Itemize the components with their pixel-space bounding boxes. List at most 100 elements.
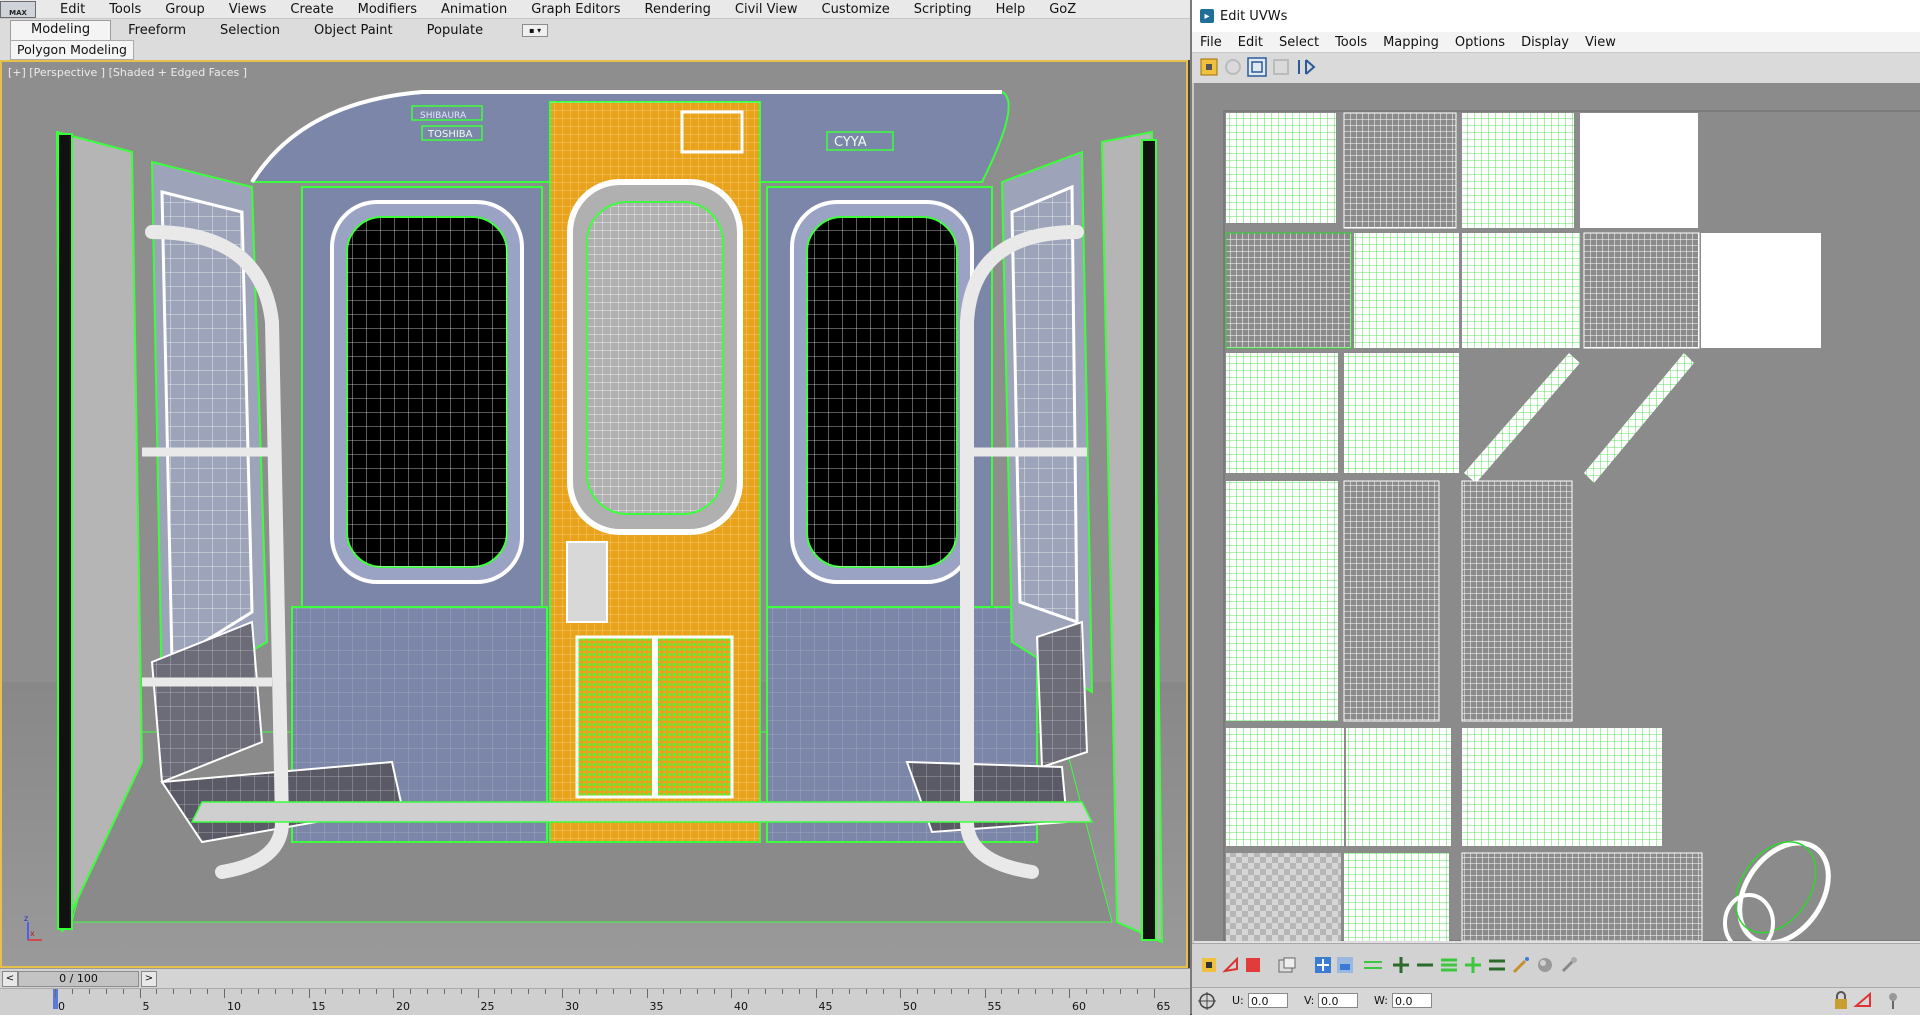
checker-icon[interactable] <box>1276 954 1298 976</box>
brush-icon[interactable] <box>1510 954 1532 976</box>
rect-select-icon[interactable] <box>1242 954 1264 976</box>
menu-rendering[interactable]: Rendering <box>633 2 723 17</box>
timeline-minor-tick <box>1102 989 1104 994</box>
tab-freeform[interactable]: Freeform <box>111 22 203 40</box>
tab-selection[interactable]: Selection <box>203 22 297 40</box>
timeline-minor-tick <box>1052 989 1054 994</box>
move-icon[interactable] <box>1198 56 1220 78</box>
transform-mode-icon[interactable] <box>1196 990 1218 1012</box>
add-icon[interactable] <box>1390 954 1412 976</box>
u-value-field[interactable]: 0.0 <box>1248 993 1288 1008</box>
ribbon-options-dropdown[interactable]: ▪ ▾ <box>522 24 549 37</box>
scale-icon[interactable] <box>1246 56 1268 78</box>
tab-modeling[interactable]: Modeling <box>10 20 112 40</box>
track-bar[interactable]: 0 5 10 15 20 25 30 35 40 45 50 55 60 65 <box>0 988 1190 1015</box>
ribbon-panel-bar: Polygon Modeling <box>0 40 1190 60</box>
timeline-minor-tick <box>325 989 327 994</box>
menu-scripting[interactable]: Scripting <box>902 2 984 17</box>
app-window-icon: ▸ <box>1200 9 1214 23</box>
timeline-tick-label: 55 <box>987 1000 1002 1013</box>
viewport-label[interactable]: [+] [Perspective ] [Shaded + Edged Faces… <box>8 66 247 79</box>
tab-populate[interactable]: Populate <box>410 22 501 40</box>
menu-animation[interactable]: Animation <box>429 2 519 17</box>
pin-toggle-icon[interactable] <box>1882 990 1904 1012</box>
uv-canvas[interactable] <box>1194 83 1920 943</box>
subtract-icon[interactable] <box>1414 954 1436 976</box>
menu-customize[interactable]: Customize <box>810 2 902 17</box>
menu-help[interactable]: Help <box>984 2 1038 17</box>
time-slider[interactable]: < 0 / 100 > <box>0 968 1190 989</box>
uv-menu-tools[interactable]: Tools <box>1327 35 1375 50</box>
timeline-minor-tick <box>528 989 530 994</box>
v-value-field[interactable]: 0.0 <box>1318 993 1358 1008</box>
rotate-icon[interactable] <box>1222 56 1244 78</box>
lasso-icon[interactable] <box>1220 954 1242 976</box>
w-value-field[interactable]: 0.0 <box>1392 993 1432 1008</box>
weld-icon[interactable] <box>1362 954 1384 976</box>
stack-icon[interactable] <box>1334 954 1356 976</box>
paint-select-icon[interactable] <box>1198 954 1220 976</box>
prev-frame-button[interactable]: < <box>2 971 18 987</box>
timeline-minor-tick <box>1136 989 1138 994</box>
menu-goz[interactable]: GoZ <box>1037 2 1088 17</box>
menu-views[interactable]: Views <box>217 2 279 17</box>
menu-edit[interactable]: Edit <box>48 2 97 17</box>
timeline-tick-mark <box>984 989 986 998</box>
timeline-tick-mark <box>646 989 648 998</box>
align-icon[interactable] <box>1312 954 1334 976</box>
timeline-minor-tick <box>663 989 665 994</box>
timeline-minor-tick <box>122 989 124 994</box>
timeline-tick-label: 45 <box>818 1000 833 1013</box>
timeline-minor-tick <box>1085 989 1087 994</box>
pin-icon[interactable] <box>1558 954 1580 976</box>
stitch-rows-icon[interactable] <box>1486 954 1508 976</box>
axis-gizmo-icon: z x <box>24 914 42 941</box>
freeform-icon[interactable] <box>1270 56 1292 78</box>
timeline-minor-tick <box>443 989 445 994</box>
timeline-minor-tick <box>190 989 192 994</box>
timeline-minor-tick <box>612 989 614 994</box>
time-slider-thumb[interactable]: 0 / 100 <box>18 971 139 987</box>
uv-menu-select[interactable]: Select <box>1271 35 1327 50</box>
uv-menu-options[interactable]: Options <box>1447 35 1513 50</box>
uv-layout <box>1194 110 1920 943</box>
app-logo[interactable]: MAX <box>0 0 36 18</box>
uv-menu-file[interactable]: File <box>1192 35 1230 50</box>
next-frame-button[interactable]: > <box>141 971 157 987</box>
lock-icon[interactable] <box>1830 990 1852 1012</box>
v-label: V: <box>1304 994 1315 1007</box>
menu-modifiers[interactable]: Modifiers <box>346 2 429 17</box>
timeline-minor-tick <box>207 989 209 994</box>
polygon-modeling-panel[interactable]: Polygon Modeling <box>10 40 134 60</box>
menu-civil-view[interactable]: Civil View <box>723 2 810 17</box>
timeline-minor-tick <box>494 989 496 994</box>
uv-menu-mapping[interactable]: Mapping <box>1375 35 1447 50</box>
perspective-viewport[interactable]: SHIBAURA TOSHIBA CYYA [+] [Perspective]… <box>0 60 1188 968</box>
tab-object-paint[interactable]: Object Paint <box>297 22 410 40</box>
timeline-minor-tick <box>1018 989 1020 994</box>
menu-graph-editors[interactable]: Graph Editors <box>519 2 632 17</box>
timeline-tick-mark <box>477 989 479 998</box>
timeline-minor-tick <box>697 989 699 994</box>
stitch-icon[interactable] <box>1438 954 1460 976</box>
uv-window-titlebar[interactable]: ▸ Edit UVWs <box>1192 0 1920 32</box>
snap-icon[interactable] <box>1852 990 1874 1012</box>
edit-uvws-window: ▸ Edit UVWs File Edit Select Tools Mappi… <box>1190 0 1920 1015</box>
menu-group[interactable]: Group <box>153 2 217 17</box>
menu-tools[interactable]: Tools <box>97 2 153 17</box>
timeline-tick-label: 40 <box>734 1000 748 1013</box>
timeline-minor-tick <box>342 989 344 994</box>
timeline-minor-tick <box>511 989 513 994</box>
ribbon-tabs: Modeling Freeform Selection Object Paint… <box>0 19 1190 40</box>
uv-bottom-toolbar <box>1192 943 1920 988</box>
timeline-minor-tick <box>832 989 834 994</box>
uv-menu-display[interactable]: Display <box>1513 35 1577 50</box>
uv-menu-view[interactable]: View <box>1577 35 1624 50</box>
break-icon[interactable] <box>1462 954 1484 976</box>
timeline-minor-tick <box>595 989 597 994</box>
uv-menu-edit[interactable]: Edit <box>1230 35 1271 50</box>
mirror-icon[interactable] <box>1296 56 1318 78</box>
relax-icon[interactable] <box>1534 954 1556 976</box>
timeline-minor-tick <box>1035 989 1037 994</box>
menu-create[interactable]: Create <box>278 2 345 17</box>
